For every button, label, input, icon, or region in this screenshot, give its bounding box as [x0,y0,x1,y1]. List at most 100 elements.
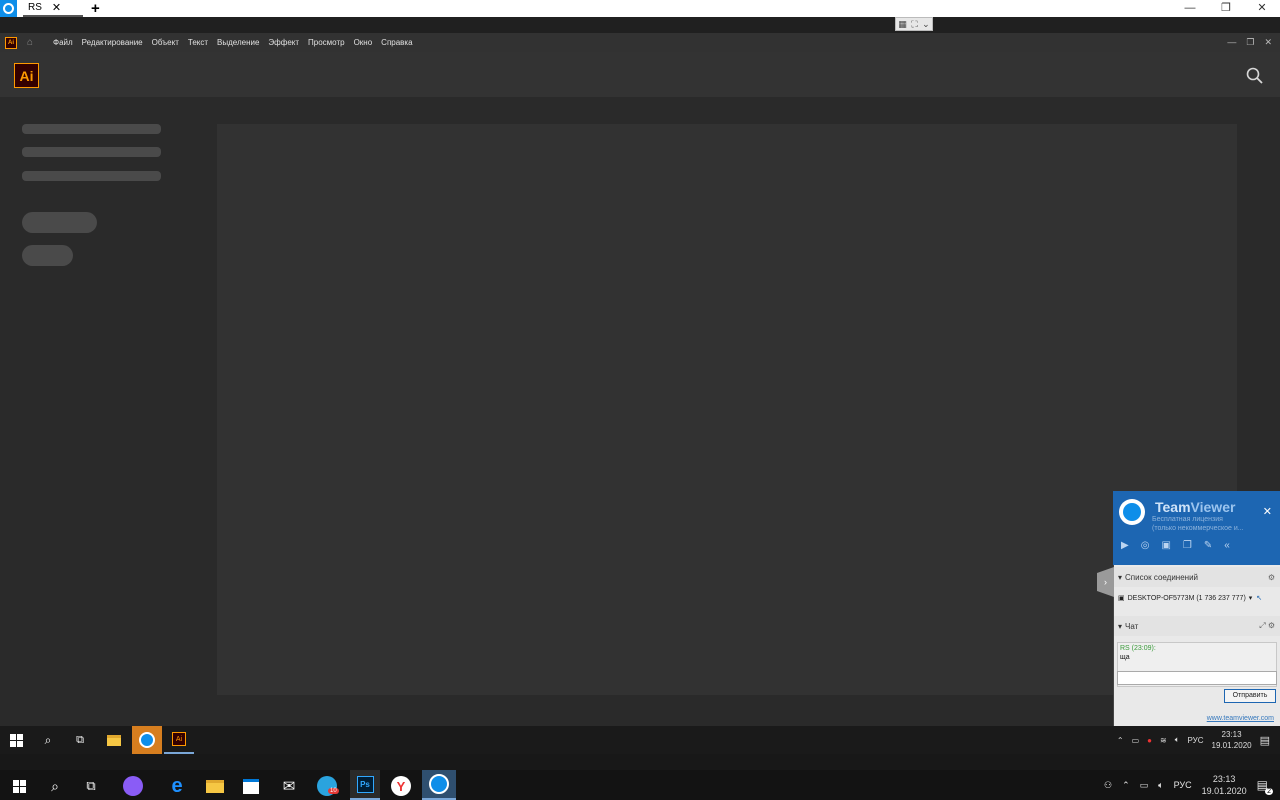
local-taskbar: ⌕ ⧉ e ✉ 10 Ps Y ⚇ ⌃ ▭ 🔈︎ РУС 23:13 19.01… [0,770,1280,800]
illustrator-taskbar-icon[interactable]: Ai [164,726,194,754]
language-indicator[interactable]: РУС [1188,736,1204,745]
local-system-tray: ⚇ ⌃ ▭ 🔈︎ РУС 23:13 19.01.2020 ▤ 2 [1104,770,1273,800]
menu-item[interactable]: Текст [188,38,208,47]
menu-item[interactable]: Справка [381,38,412,47]
teamviewer-link[interactable]: www.teamviewer.com [1114,711,1280,726]
caret-down-icon: ▾ [1118,621,1123,631]
edge-icon[interactable]: e [166,775,188,797]
gear-icon[interactable]: ⚙ [1268,573,1275,582]
close-button[interactable]: ✕ [1264,37,1272,48]
license-info: Бесплатная лицензия (только некоммерческ… [1152,516,1244,532]
teamviewer-panel-header: TeamViewer Бесплатная лицензия (только н… [1113,491,1280,565]
chat-label: Чат [1125,621,1139,631]
tab-close-icon[interactable]: ✕ [52,1,61,14]
video-icon[interactable]: ▶ [1121,540,1129,551]
teamviewer-taskbar-icon[interactable] [422,770,456,800]
menu-item[interactable]: Эффект [268,38,299,47]
panel-close-button[interactable]: ✕ [1263,505,1272,518]
task-view-icon[interactable]: ⧉ [80,775,102,797]
menu-item[interactable]: Файл [53,38,73,47]
remote-system-tray: ⌃ ▭ ● ≋ 🔈︎ РУС 23:13 19.01.2020 ▤ [1117,726,1270,754]
home-icon[interactable]: ⌂ [27,37,39,48]
connections-label: Список соединений [1125,572,1199,582]
network-warning-icon[interactable]: ● [1147,736,1152,745]
search-icon[interactable]: ⌕ [38,730,58,750]
chevron-down-icon[interactable]: ▾ [1249,594,1253,602]
minimize-button[interactable]: — [1172,0,1208,17]
file-explorer-icon[interactable] [204,775,226,797]
whiteboard-icon[interactable]: ✎ [1204,540,1212,551]
teamviewer-brand: TeamViewer [1155,499,1236,515]
teamviewer-panel-body: ▾ Список соединений ⚙ ▣ DESKTOP-OF5773M … [1114,565,1280,711]
telegram-icon[interactable]: 10 [316,775,339,797]
chat-input[interactable] [1117,671,1277,685]
menu-item[interactable]: Объект [152,38,179,47]
collapse-icon[interactable]: « [1224,540,1230,551]
language-indicator[interactable]: РУС [1174,780,1192,790]
telegram-badge: 10 [328,788,339,794]
volume-icon[interactable]: 🔈︎ [1175,735,1180,745]
send-button[interactable]: Отправить [1224,689,1276,703]
search-icon[interactable] [1245,66,1267,86]
restore-button[interactable]: ❐ [1208,0,1244,17]
new-tab-button[interactable]: + [91,0,100,17]
notification-count: 2 [1265,788,1273,795]
photoshop-icon[interactable]: Ps [350,770,380,800]
connection-entry[interactable]: ▣ DESKTOP-OF5773M (1 736 237 777) ▾ ↖ [1114,589,1280,607]
menu-item[interactable]: Просмотр [308,38,345,47]
skeleton-button [22,212,97,233]
clock-time: 23:13 [1212,774,1236,784]
teamviewer-toolbar-handle[interactable]: ▦ ⛶ ⌄ [895,17,933,31]
content-placeholder [217,124,1237,695]
wifi-icon[interactable]: ≋ [1160,736,1167,745]
headset-icon[interactable]: ◎ [1141,540,1150,551]
pointer-icon[interactable]: ↖ [1256,594,1262,602]
network-icon[interactable]: ▭ [1140,780,1149,791]
menu-item[interactable]: Редактирование [82,38,143,47]
chevron-up-icon[interactable]: ⌃ [1122,780,1130,791]
yandex-browser-icon[interactable]: Y [390,775,412,797]
restore-button[interactable]: ❐ [1246,37,1254,48]
store-icon[interactable] [240,775,262,797]
clock[interactable]: 23:13 19.01.2020 [1212,729,1252,751]
teamviewer-taskbar-icon[interactable] [132,726,162,754]
alice-assistant-icon[interactable] [122,775,144,797]
file-transfer-icon[interactable]: ❐ [1183,540,1192,551]
minimize-button[interactable]: — [1227,37,1236,48]
illustrator-logo: Ai [14,63,39,88]
volume-icon[interactable]: 🔈︎ [1158,780,1163,791]
fullscreen-icon: ⛶ [911,18,918,29]
illustrator-app-icon: Ai [5,36,17,49]
caret-down-icon: ▾ [1118,572,1123,582]
file-explorer-icon[interactable] [104,730,124,750]
clock[interactable]: 23:13 19.01.2020 [1202,773,1247,797]
gear-icon[interactable]: ⤢ ⚙ [1259,621,1275,631]
connections-section-header[interactable]: ▾ Список соединений ⚙ [1114,567,1280,587]
chat-section-header[interactable]: ▾ Чат ⤢ ⚙ [1114,616,1280,636]
mail-icon[interactable]: ✉ [278,775,300,797]
search-icon[interactable]: ⌕ [44,775,66,797]
chat-icon[interactable]: ▣ [1161,540,1170,551]
skeleton-line [22,147,161,157]
tab-rs[interactable]: RS ✕ [23,0,83,17]
skeleton-button [22,245,73,266]
notification-center-icon[interactable]: ▤ 2 [1257,778,1273,795]
people-icon[interactable]: ⚇ [1104,780,1112,791]
clock-date: 19.01.2020 [1211,741,1252,750]
task-view-icon[interactable]: ⧉ [70,730,90,750]
start-button[interactable] [8,775,30,797]
chevron-down-icon: ⌄ [922,18,930,29]
menu-list: Файл Редактирование Объект Текст Выделение Эф… [53,38,413,47]
notification-icon[interactable]: ▤ [1260,734,1270,747]
battery-icon[interactable]: ▭ [1132,736,1140,745]
menu-item[interactable]: Выделение [217,38,259,47]
remote-taskbar: ⌕ ⧉ Ai ⌃ ▭ ● ≋ 🔈︎ РУС 23:13 19.01.2020 ▤ [0,726,1280,754]
start-button[interactable] [6,730,26,750]
menu-item[interactable]: Окно [354,38,373,47]
chevron-up-icon[interactable]: ⌃ [1117,736,1124,745]
illustrator-home-header [0,52,1280,97]
clock-date: 19.01.2020 [1201,786,1247,796]
clock-time: 23:13 [1221,730,1242,739]
close-button[interactable]: ✕ [1244,0,1280,17]
chat-message: ща [1120,654,1130,661]
